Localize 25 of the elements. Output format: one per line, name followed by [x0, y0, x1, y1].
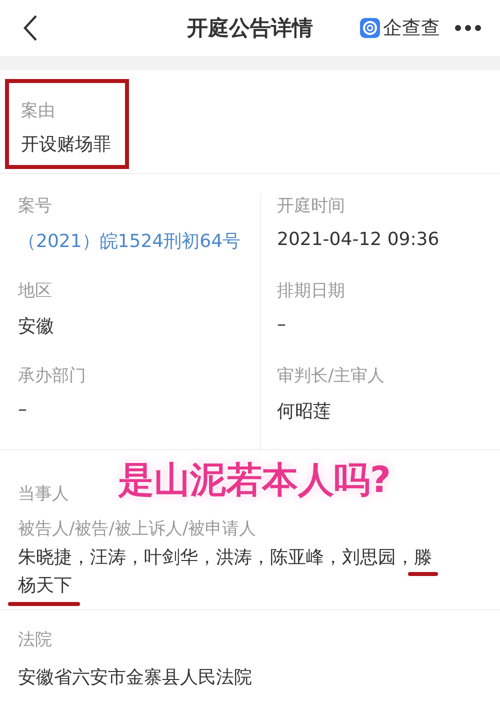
case-number-link[interactable]: （2021）皖1524刑初64号 [18, 229, 260, 253]
field-label: 当事人 [18, 483, 70, 505]
field-value: 何昭莲 [277, 400, 332, 423]
more-icon[interactable] [454, 24, 482, 32]
field-label: 排期日期 [277, 280, 346, 302]
field-label: 地区 [18, 280, 53, 302]
field-label: 案由 [21, 100, 56, 122]
field-value: 开设赌场罪 [21, 133, 112, 156]
field-value: – [277, 314, 287, 335]
logo-icon [360, 18, 380, 38]
field-value: 安徽省六安市金寨县人民法院 [18, 666, 253, 689]
field-label: 法院 [18, 629, 53, 651]
party-names: 朱晓捷，汪涛，叶剑华，洪涛，陈亚峰，刘思园，滕杨天下 [18, 546, 433, 598]
field-label: 案号 [18, 195, 53, 217]
field-label: 审判长/主审人 [277, 365, 386, 387]
field-label: 承办部门 [18, 365, 87, 387]
page-title: 开庭公告详情 [187, 15, 313, 42]
brand-name: 企查查 [383, 16, 440, 41]
field-label: 开庭时间 [277, 195, 346, 217]
party-role: 被告人/被告/被上诉人/被申请人 [18, 518, 258, 540]
field-value: – [18, 399, 28, 420]
field-value: 2021-04-12 09:36 [277, 229, 440, 250]
back-icon[interactable] [22, 14, 38, 42]
field-value: 安徽 [18, 315, 55, 338]
overlay-caption: 是山泥若本人吗? [118, 459, 391, 503]
